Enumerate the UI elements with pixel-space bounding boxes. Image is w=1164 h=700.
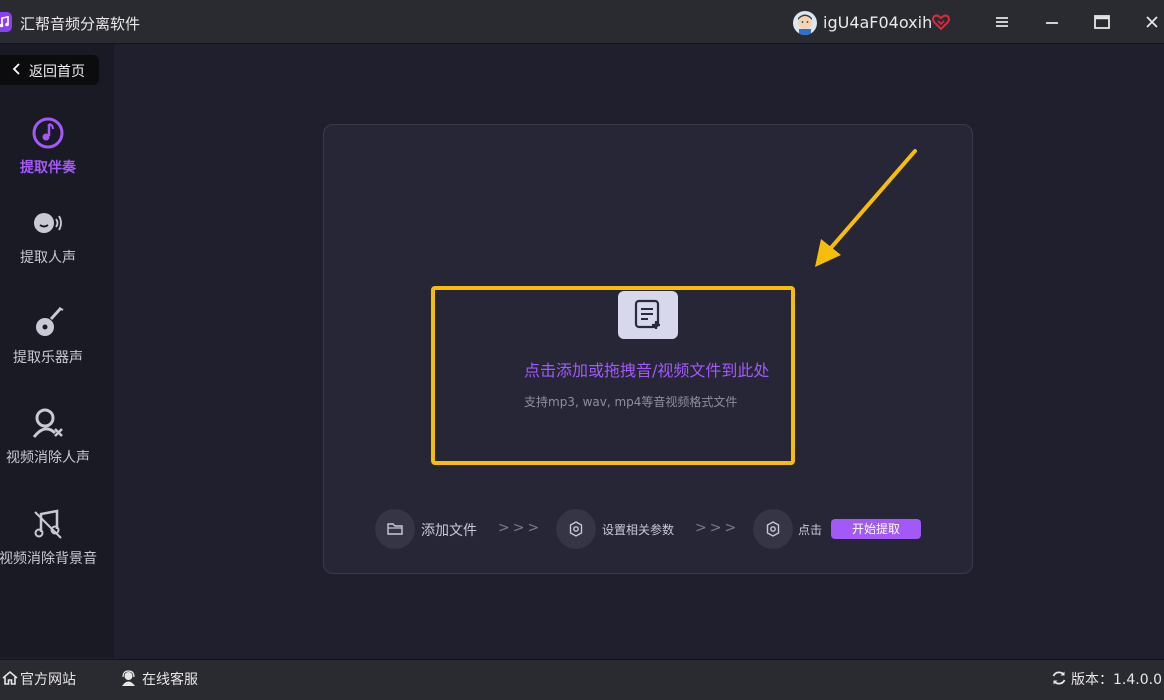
step-arrow: >>> [498, 520, 543, 536]
voice-icon [31, 208, 65, 242]
add-file-icon[interactable] [618, 291, 678, 339]
close-icon[interactable] [1143, 13, 1161, 31]
step-arrow: >>> [695, 520, 740, 536]
online-support-label: 在线客服 [142, 672, 198, 688]
sidebar-item-label: 视频消除背景音 [0, 551, 97, 567]
username[interactable]: igU4aF04oxih [823, 13, 932, 32]
version-label: 版本：1.4.0.0 [1071, 672, 1162, 688]
sidebar-item-label: 提取乐器声 [13, 350, 83, 366]
support-agent-icon [122, 670, 135, 686]
settings-gear-icon [556, 509, 596, 549]
official-website-label: 官方网站 [20, 672, 76, 688]
settings-gear-icon [753, 509, 793, 549]
avatar[interactable] [793, 11, 817, 35]
step-set-params: 设置相关参数 [602, 523, 675, 537]
sidebar-item-label: 提取人声 [20, 250, 76, 266]
step-click: 点击 [798, 523, 823, 537]
sidebar-item-label: 提取伴奏 [20, 160, 76, 176]
music-note-icon [31, 116, 65, 150]
pointer-arrow-icon [815, 149, 917, 267]
minimize-icon[interactable] [1043, 13, 1061, 31]
status-bar: 官方网站 在线客服 版本：1.4.0.0 [0, 659, 1164, 700]
back-home-button[interactable]: 返回首页 [0, 55, 99, 85]
refresh-icon [1052, 671, 1066, 685]
maximize-icon[interactable] [1093, 13, 1111, 31]
back-home-label: 返回首页 [29, 64, 85, 80]
guitar-icon [31, 305, 65, 339]
home-icon [2, 670, 18, 685]
menu-icon[interactable] [993, 13, 1011, 31]
app-title: 汇帮音频分离软件 [20, 15, 141, 33]
title-bar: 汇帮音频分离软件 igU4aF04oxih [0, 0, 1164, 44]
sidebar-item-label: 视频消除人声 [6, 450, 90, 466]
step-add-file: 添加文件 [421, 523, 477, 539]
drop-zone-subtitle: 支持mp3, wav, mp4等音视频格式文件 [524, 395, 738, 409]
start-extract-button[interactable]: 开始提取 [831, 519, 921, 539]
vip-heart-icon[interactable] [932, 13, 950, 35]
chevron-left-icon [12, 62, 22, 80]
drop-zone-title: 点击添加或拖拽音/视频文件到此处 [524, 361, 770, 380]
music-mute-icon [31, 508, 65, 542]
person-remove-icon [31, 407, 65, 441]
app-logo-icon [0, 12, 12, 32]
folder-icon [375, 509, 415, 549]
